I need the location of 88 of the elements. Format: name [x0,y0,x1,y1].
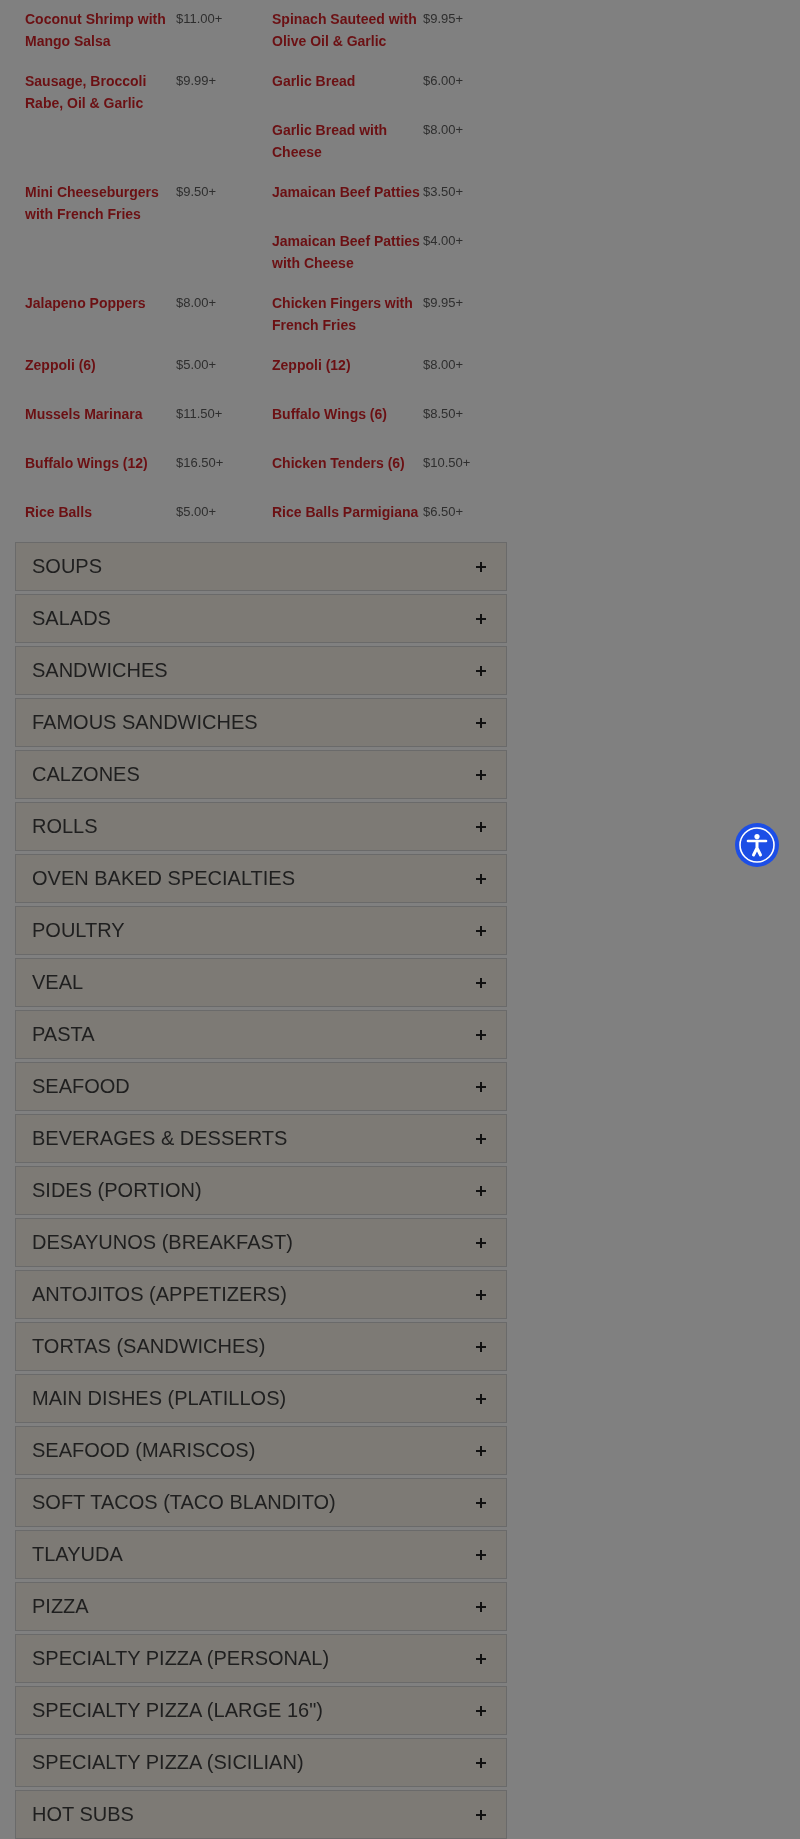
menu-item-price: $3.50+ [423,183,464,201]
category-header[interactable]: SOFT TACOS (TACO BLANDITO) [15,1478,507,1527]
plus-icon [476,1653,486,1664]
category-header[interactable]: SPECIALTY PIZZA (SICILIAN) [15,1738,507,1787]
menu-item-name[interactable]: Jamaican Beef Patties [272,181,423,203]
category-header[interactable]: TLAYUDA [15,1530,507,1579]
menu-item-price: $8.00+ [423,121,464,139]
plus-icon [476,1185,486,1196]
menu-item-name[interactable]: Jalapeno Poppers [25,292,176,314]
category-header[interactable]: SALADS [15,594,507,643]
category-header[interactable]: TORTAS (SANDWICHES) [15,1322,507,1371]
menu-item-name[interactable]: Sausage, Broccoli Rabe, Oil & Garlic [25,70,176,114]
menu-item-name[interactable]: Garlic Bread [272,70,423,92]
plus-icon [476,1081,486,1092]
plus-icon [476,821,486,832]
menu-item-price: $9.99+ [176,72,217,90]
plus-icon [476,1237,486,1248]
menu-item-price: $5.00+ [176,503,217,521]
category-header[interactable]: SOUPS [15,542,507,591]
menu-item-price: $4.00+ [423,232,464,250]
plus-icon [476,1393,486,1404]
menu-item-name[interactable]: Mussels Marinara [25,403,176,425]
menu-item-name[interactable]: Zeppoli (6) [25,354,176,376]
plus-icon [476,925,486,936]
menu-item-name[interactable]: Garlic Bread with Cheese [272,119,423,163]
plus-icon [476,1757,486,1768]
menu-item-price: $8.00+ [423,356,464,374]
plus-icon [476,717,486,728]
plus-icon [476,873,486,884]
menu-item-name[interactable]: Mini Cheeseburgers with French Fries [25,181,176,225]
menu-item-price: $16.50+ [176,454,224,472]
plus-icon [476,1029,486,1040]
plus-icon [476,1497,486,1508]
menu-item-name[interactable]: Chicken Fingers with French Fries [272,292,423,336]
category-header[interactable]: SIDES (PORTION) [15,1166,507,1215]
menu-item-price: $9.95+ [423,10,464,28]
plus-icon [476,1705,486,1716]
menu-item-name[interactable]: Buffalo Wings (6) [272,403,423,425]
category-header[interactable]: PIZZA [15,1582,507,1631]
plus-icon [476,561,486,572]
plus-icon [476,1341,486,1352]
menu-item-name[interactable]: Jamaican Beef Patties with Cheese [272,230,423,274]
menu-item-price: $9.50+ [176,183,217,201]
category-header[interactable]: FAMOUS SANDWICHES [15,698,507,747]
menu-item-price: $11.00+ [176,10,223,28]
category-header[interactable]: SPECIALTY PIZZA (PERSONAL) [15,1634,507,1683]
category-header[interactable]: MAIN DISHES (PLATILLOS) [15,1374,507,1423]
category-header[interactable]: CALZONES [15,750,507,799]
category-header[interactable]: VEAL [15,958,507,1007]
category-header[interactable]: POULTRY [15,906,507,955]
plus-icon [476,1289,486,1300]
menu-item-name[interactable]: Spinach Sauteed with Olive Oil & Garlic [272,8,423,52]
category-header[interactable]: SPECIALTY PIZZA (LARGE 16") [15,1686,507,1735]
plus-icon [476,1133,486,1144]
menu-item-price: $8.00+ [176,294,217,312]
accessibility-icon [739,827,775,863]
menu-item-price: $5.00+ [176,356,217,374]
category-header[interactable]: HOT SUBS [15,1790,507,1839]
category-header[interactable]: ROLLS [15,802,507,851]
plus-icon [476,1809,486,1820]
category-header[interactable]: OVEN BAKED SPECIALTIES [15,854,507,903]
category-header[interactable]: BEVERAGES & DESSERTS [15,1114,507,1163]
plus-icon [476,769,486,780]
menu-item-price: $10.50+ [423,454,471,472]
menu-item-name[interactable]: Zeppoli (12) [272,354,423,376]
category-header[interactable]: PASTA [15,1010,507,1059]
menu-item-price: $9.95+ [423,294,464,312]
accessibility-button[interactable] [735,823,779,867]
menu-item-name[interactable]: Buffalo Wings (12) [25,452,176,474]
category-header[interactable]: SEAFOOD (MARISCOS) [15,1426,507,1475]
category-header[interactable]: SEAFOOD [15,1062,507,1111]
plus-icon [476,977,486,988]
plus-icon [476,1549,486,1560]
category-header[interactable]: SANDWICHES [15,646,507,695]
plus-icon [476,1445,486,1456]
menu-item-price: $6.50+ [423,503,464,521]
plus-icon [476,1601,486,1612]
menu-item-price: $8.50+ [423,405,464,423]
menu-item-name[interactable]: Coconut Shrimp with Mango Salsa [25,8,176,52]
menu-item-price: $6.00+ [423,72,464,90]
menu-item-name[interactable]: Rice Balls [25,501,176,523]
plus-icon [476,613,486,624]
menu-item-name[interactable]: Chicken Tenders (6) [272,452,423,474]
category-header[interactable]: DESAYUNOS (BREAKFAST) [15,1218,507,1267]
menu-item-price: $11.50+ [176,405,223,423]
plus-icon [476,665,486,676]
menu-item-name[interactable]: Rice Balls Parmigiana [272,501,423,523]
category-header[interactable]: ANTOJITOS (APPETIZERS) [15,1270,507,1319]
